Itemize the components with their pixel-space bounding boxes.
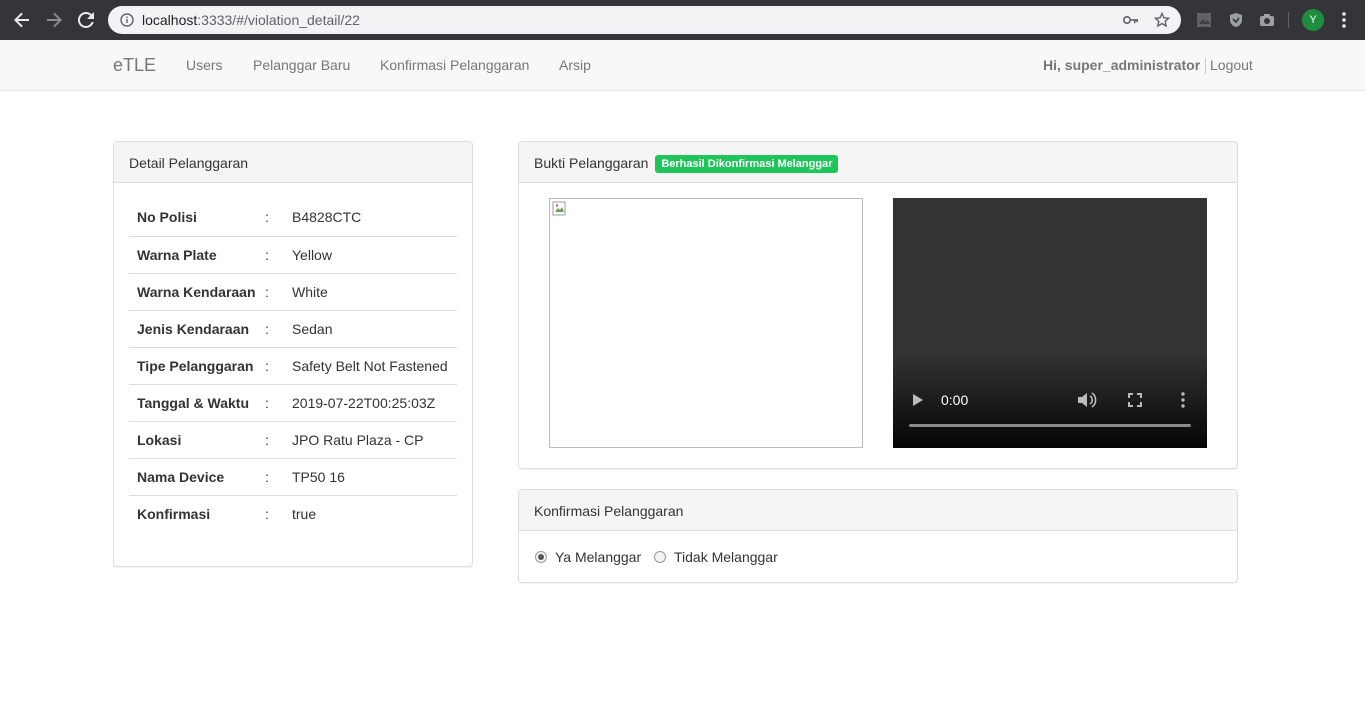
detail-panel: Detail Pelanggaran No Polisi: B4828CTC Wa…	[113, 141, 473, 567]
shield-icon	[1230, 13, 1242, 27]
detail-separator: :	[265, 383, 284, 421]
nav-divider	[1205, 58, 1206, 74]
play-icon[interactable]	[912, 393, 924, 407]
extension-1[interactable]	[1194, 10, 1214, 30]
table-row: Tipe Pelanggaran: Safety Belt Not Fastene…	[129, 346, 457, 384]
image-extension-icon	[1197, 13, 1211, 27]
detail-separator: :	[265, 494, 284, 532]
key-icon[interactable]	[1123, 15, 1139, 25]
extension-2[interactable]	[1226, 10, 1246, 30]
detail-value: White	[284, 272, 457, 310]
detail-value: Yellow	[284, 235, 457, 273]
detail-separator: :	[265, 346, 284, 384]
table-row: Lokasi: JPO Ratu Plaza - CP	[129, 420, 457, 458]
detail-label: Warna Plate	[129, 235, 265, 273]
detail-label: Nama Device	[129, 457, 265, 495]
table-row: Jenis Kendaraan: Sedan	[129, 309, 457, 347]
video-time: 0:00	[941, 392, 969, 408]
radio-tidak-melanggar[interactable]: Tidak Melanggar	[654, 549, 778, 565]
radio-ya-melanggar[interactable]: Ya Melanggar	[535, 549, 641, 565]
evidence-image[interactable]	[549, 198, 863, 448]
url-host: localhost	[142, 12, 198, 28]
toolbar-separator	[1288, 12, 1289, 28]
star-icon[interactable]	[1154, 12, 1170, 28]
detail-separator: :	[265, 209, 269, 226]
detail-value: true	[284, 494, 457, 532]
detail-panel-title: Detail Pelanggaran	[114, 142, 472, 183]
detail-separator: :	[265, 420, 284, 458]
browser-toolbar: localhost:3333/#/violation_detail/22 Y	[0, 0, 1365, 40]
detail-separator: :	[265, 235, 284, 273]
back-button[interactable]	[6, 4, 38, 36]
detail-separator: :	[265, 272, 284, 310]
detail-label: Konfirmasi	[129, 494, 265, 532]
video-progress-bar[interactable]	[909, 424, 1191, 427]
forward-arrow-icon	[47, 12, 62, 28]
user-greeting: Hi, super_administrator	[1043, 57, 1201, 73]
detail-label: Warna Kendaraan	[129, 272, 265, 310]
profile-avatar[interactable]: Y	[1302, 9, 1324, 31]
table-row: Tanggal & Waktu:2019-07-22T00:25:03Z	[129, 383, 457, 421]
extension-3[interactable]	[1257, 10, 1277, 30]
table-row: Warna Plate: Yellow	[129, 235, 457, 273]
detail-value: 2019-07-22T00:25:03Z	[284, 383, 457, 421]
forward-button[interactable]	[38, 4, 70, 36]
table-row: Konfirmasi: true	[129, 494, 457, 532]
app-navbar: eTLE Users Pelanggar Baru Konfirmasi Pel…	[0, 40, 1365, 91]
detail-value: JPO Ratu Plaza - CP	[284, 420, 457, 458]
fullscreen-icon[interactable]	[1128, 393, 1142, 407]
detail-label: Lokasi	[129, 420, 265, 458]
confirmation-panel: Konfirmasi Pelanggaran Ya Melanggar Tida…	[518, 489, 1238, 583]
detail-value: TP50 16	[284, 457, 457, 495]
detail-label: Jenis Kendaraan	[129, 309, 265, 347]
volume-icon[interactable]	[1077, 391, 1097, 409]
back-arrow-icon	[14, 12, 29, 28]
detail-table: No Polisi: B4828CTC Warna Plate: Yellow Wa…	[129, 199, 457, 532]
nav-link-konfirmasi-pelanggaran[interactable]: Konfirmasi Pelanggaran	[380, 57, 529, 73]
broken-image-icon	[552, 201, 566, 216]
radio-label: Ya Melanggar	[555, 549, 642, 565]
nav-link-users[interactable]: Users	[186, 57, 223, 73]
detail-value: Safety Belt Not Fastened	[284, 346, 457, 384]
detail-value: Sedan	[284, 309, 457, 347]
table-row: No Polisi: B4828CTC	[129, 199, 457, 236]
detail-label: Tanggal & Waktu	[129, 383, 265, 421]
evidence-panel-heading: Bukti Pelanggaran Berhasil Dikonfirmasi …	[519, 142, 1237, 183]
table-row: Warna Kendaraan: White	[129, 272, 457, 310]
confirmation-panel-title: Konfirmasi Pelanggaran	[519, 490, 1237, 531]
detail-separator: :	[265, 309, 284, 347]
detail-label: Tipe Pelanggaran	[129, 346, 265, 384]
reload-button[interactable]	[70, 4, 102, 36]
url-path: :3333/#/violation_detail/22	[197, 12, 360, 28]
nav-link-pelanggar-baru[interactable]: Pelanggar Baru	[253, 57, 350, 73]
logout-link[interactable]: Logout	[1210, 57, 1253, 73]
radio-button[interactable]	[654, 551, 666, 563]
radio-label: Tidak Melanggar	[674, 549, 778, 565]
info-icon	[120, 13, 134, 27]
detail-separator: :	[265, 457, 284, 495]
reload-icon	[78, 12, 94, 28]
nav-link-arsip[interactable]: Arsip	[559, 57, 591, 73]
address-bar[interactable]: localhost:3333/#/violation_detail/22	[108, 6, 1181, 34]
detail-value: B4828CTC	[292, 209, 362, 226]
table-row: Nama Device: TP50 16	[129, 457, 457, 495]
detail-label: No Polisi	[137, 209, 197, 226]
video-more-options-icon[interactable]	[1181, 392, 1185, 408]
evidence-panel-title: Bukti Pelanggaran	[534, 155, 649, 171]
camera-icon	[1260, 14, 1274, 26]
kebab-menu-icon	[1342, 12, 1346, 28]
evidence-panel: Bukti Pelanggaran Berhasil Dikonfirmasi …	[518, 141, 1238, 469]
browser-menu-button[interactable]	[1334, 10, 1354, 30]
brand-logo[interactable]: eTLE	[113, 55, 156, 76]
status-badge: Berhasil Dikonfirmasi Melanggar	[655, 155, 839, 173]
evidence-video-player[interactable]: 0:00	[893, 198, 1207, 448]
radio-button-selected[interactable]	[535, 551, 547, 563]
